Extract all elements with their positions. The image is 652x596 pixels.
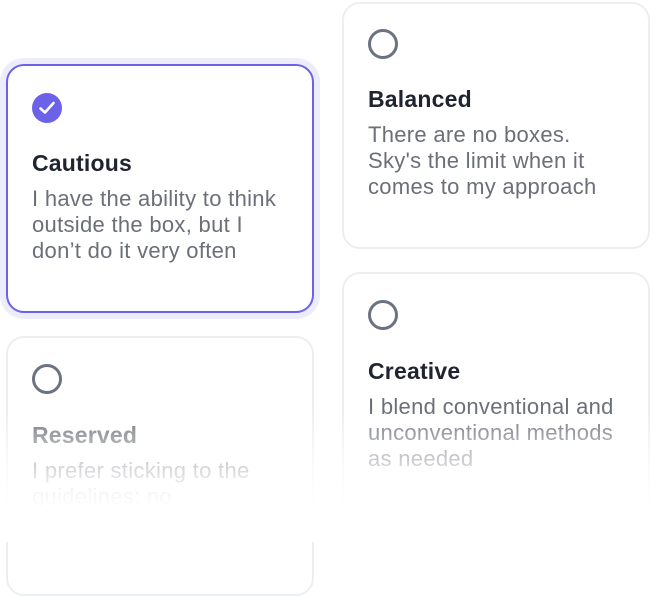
check-circle-icon[interactable] [32, 93, 62, 123]
option-title: Cautious [32, 150, 132, 176]
option-card-reserved[interactable]: Reserved I prefer sticking to the guidel… [6, 336, 314, 596]
option-title: Creative [368, 358, 461, 384]
radio-empty-icon[interactable] [368, 300, 398, 330]
option-description: I blend conventional and unconventional … [368, 394, 614, 471]
option-card-balanced[interactable]: Balanced There are no boxes. Sky's the l… [342, 2, 650, 249]
option-description: I have the ability to think outside the … [32, 186, 277, 263]
option-card-cautious[interactable]: Cautious I have the ability to think out… [6, 64, 314, 313]
option-title: Reserved [32, 422, 138, 448]
radio-empty-icon[interactable] [368, 29, 398, 59]
radio-empty-icon[interactable] [32, 364, 62, 394]
option-description: There are no boxes. Sky's the limit when… [368, 122, 597, 199]
option-title: Balanced [368, 86, 472, 112]
option-card-creative[interactable]: Creative I blend conventional and unconv… [342, 272, 650, 532]
option-description: I prefer sticking to the guidelines; no [32, 458, 250, 509]
